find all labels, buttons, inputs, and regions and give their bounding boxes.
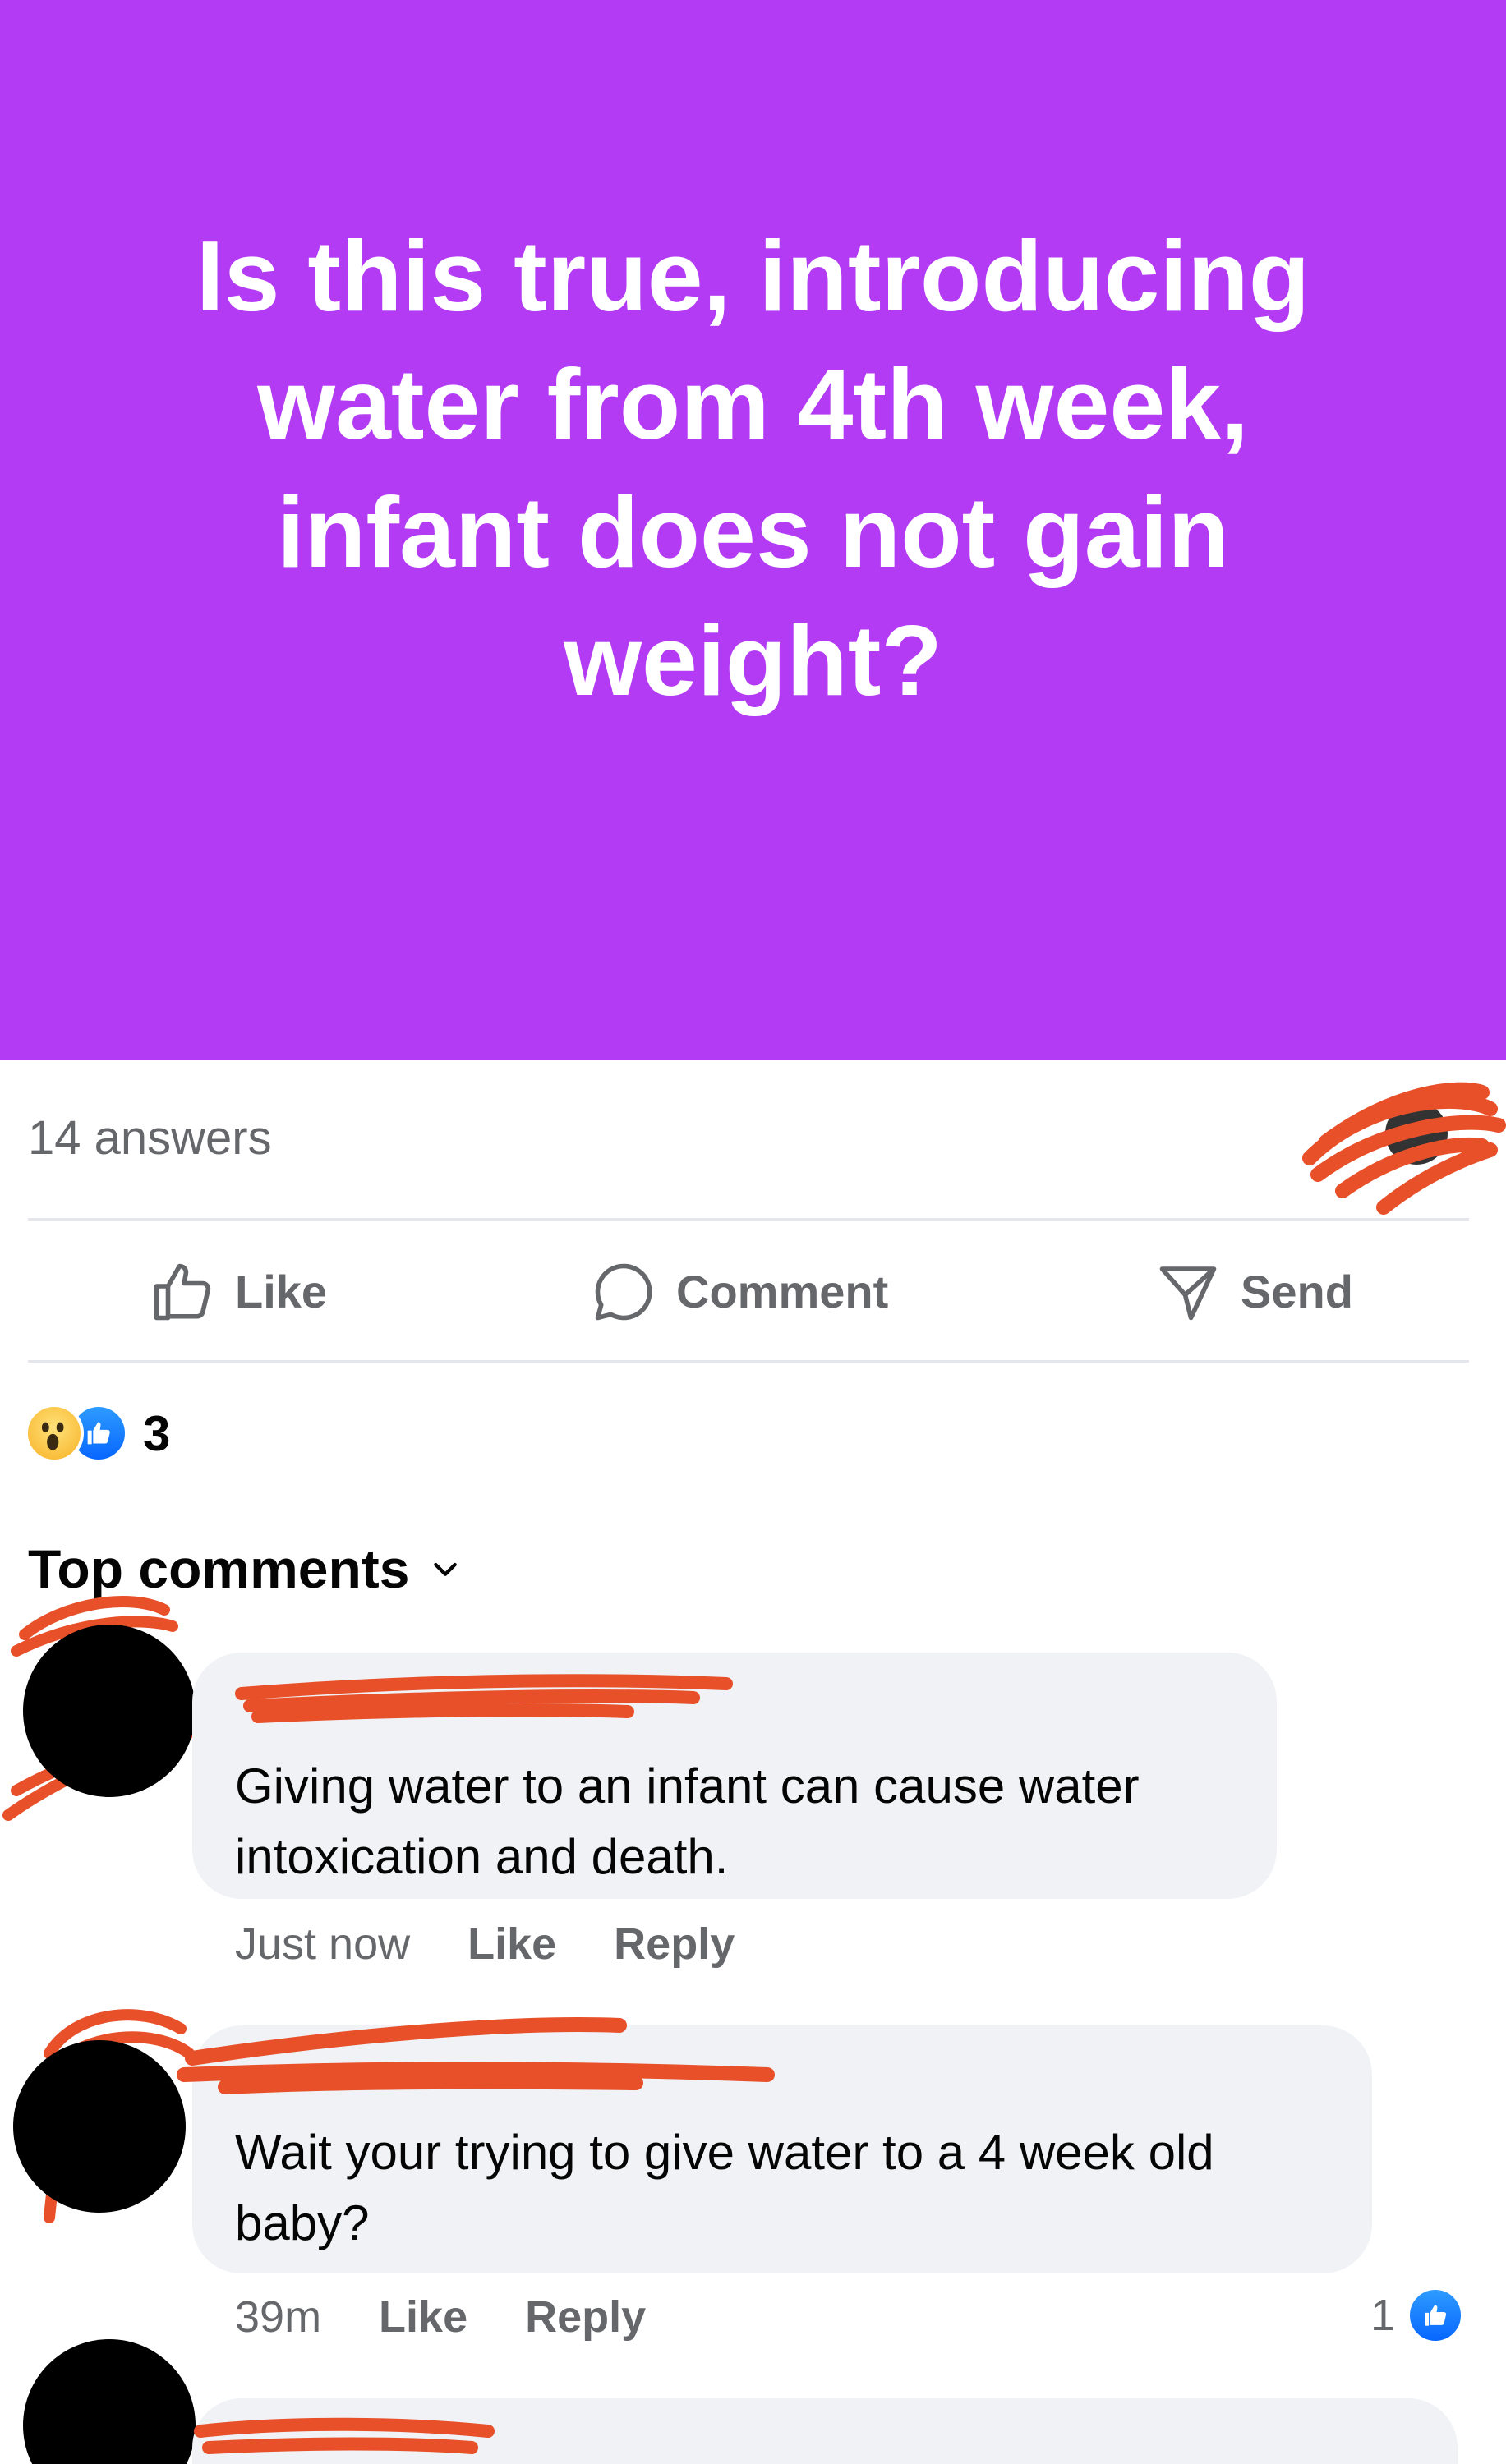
comment-meta: 39m Like Reply <box>235 2292 646 2342</box>
avatar[interactable] <box>23 2339 196 2464</box>
send-button[interactable]: Send <box>1154 1224 1353 1359</box>
send-icon <box>1159 1266 1217 1320</box>
comment-icon <box>595 1263 652 1320</box>
redacted-name <box>177 2017 775 2094</box>
stats-row: 14 answers <box>28 1082 1506 1215</box>
send-button-label: Send <box>1241 1266 1353 1317</box>
answers-count[interactable]: 14 answers <box>28 1110 272 1165</box>
comment-like-count-value: 1 <box>1370 2291 1396 2340</box>
comment-bubble: Wait your trying to give water to a 4 we… <box>177 2017 1372 2273</box>
chevron-down-icon <box>434 1562 458 1576</box>
comment-button[interactable]: Comment <box>589 1224 888 1359</box>
post-banner: Is this true, introducing water from 4th… <box>0 0 1506 1060</box>
reactions-summary[interactable]: 3 <box>25 1400 170 1466</box>
divider-bottom <box>28 1360 1469 1363</box>
wow-reaction-icon <box>25 1404 84 1463</box>
comment-reply-button[interactable]: Reply <box>525 2292 646 2342</box>
comment-bubble: Giving water to an infant can cause wate… <box>192 1653 1277 1899</box>
avatar[interactable] <box>23 1625 196 1797</box>
comment-meta: Just now Like Reply <box>235 1919 735 1970</box>
reaction-count: 3 <box>143 1405 171 1461</box>
comment-text: Wait your trying to give water to a 4 we… <box>235 2125 1214 2250</box>
post-text: Is this true, introducing water from 4th… <box>196 220 1310 716</box>
like-button-label: Like <box>235 1266 328 1317</box>
redacted-name <box>194 2417 495 2454</box>
comment-reply-button[interactable]: Reply <box>614 1919 735 1970</box>
like-button[interactable]: Like <box>148 1224 327 1359</box>
comment-bubble <box>192 2398 1458 2464</box>
post-actions: Like Comment Send <box>28 1224 1469 1359</box>
comment-text: Giving water to an infant can cause wate… <box>235 1758 1140 1884</box>
redaction-scribble <box>1302 1082 1506 1215</box>
thumbs-up-icon <box>154 1263 211 1320</box>
avatar[interactable] <box>13 2040 186 2213</box>
divider-top <box>28 1218 1469 1221</box>
redacted-name <box>235 1674 733 1723</box>
comment-button-label: Comment <box>676 1266 889 1317</box>
like-reaction-icon <box>1407 2287 1465 2344</box>
comment-timestamp: Just now <box>235 1919 411 1969</box>
comment-like-count[interactable]: 1 <box>1370 2287 1465 2344</box>
comment-like-button[interactable]: Like <box>379 2292 467 2342</box>
comment-timestamp: 39m <box>235 2292 322 2342</box>
comment-like-button[interactable]: Like <box>467 1919 556 1970</box>
